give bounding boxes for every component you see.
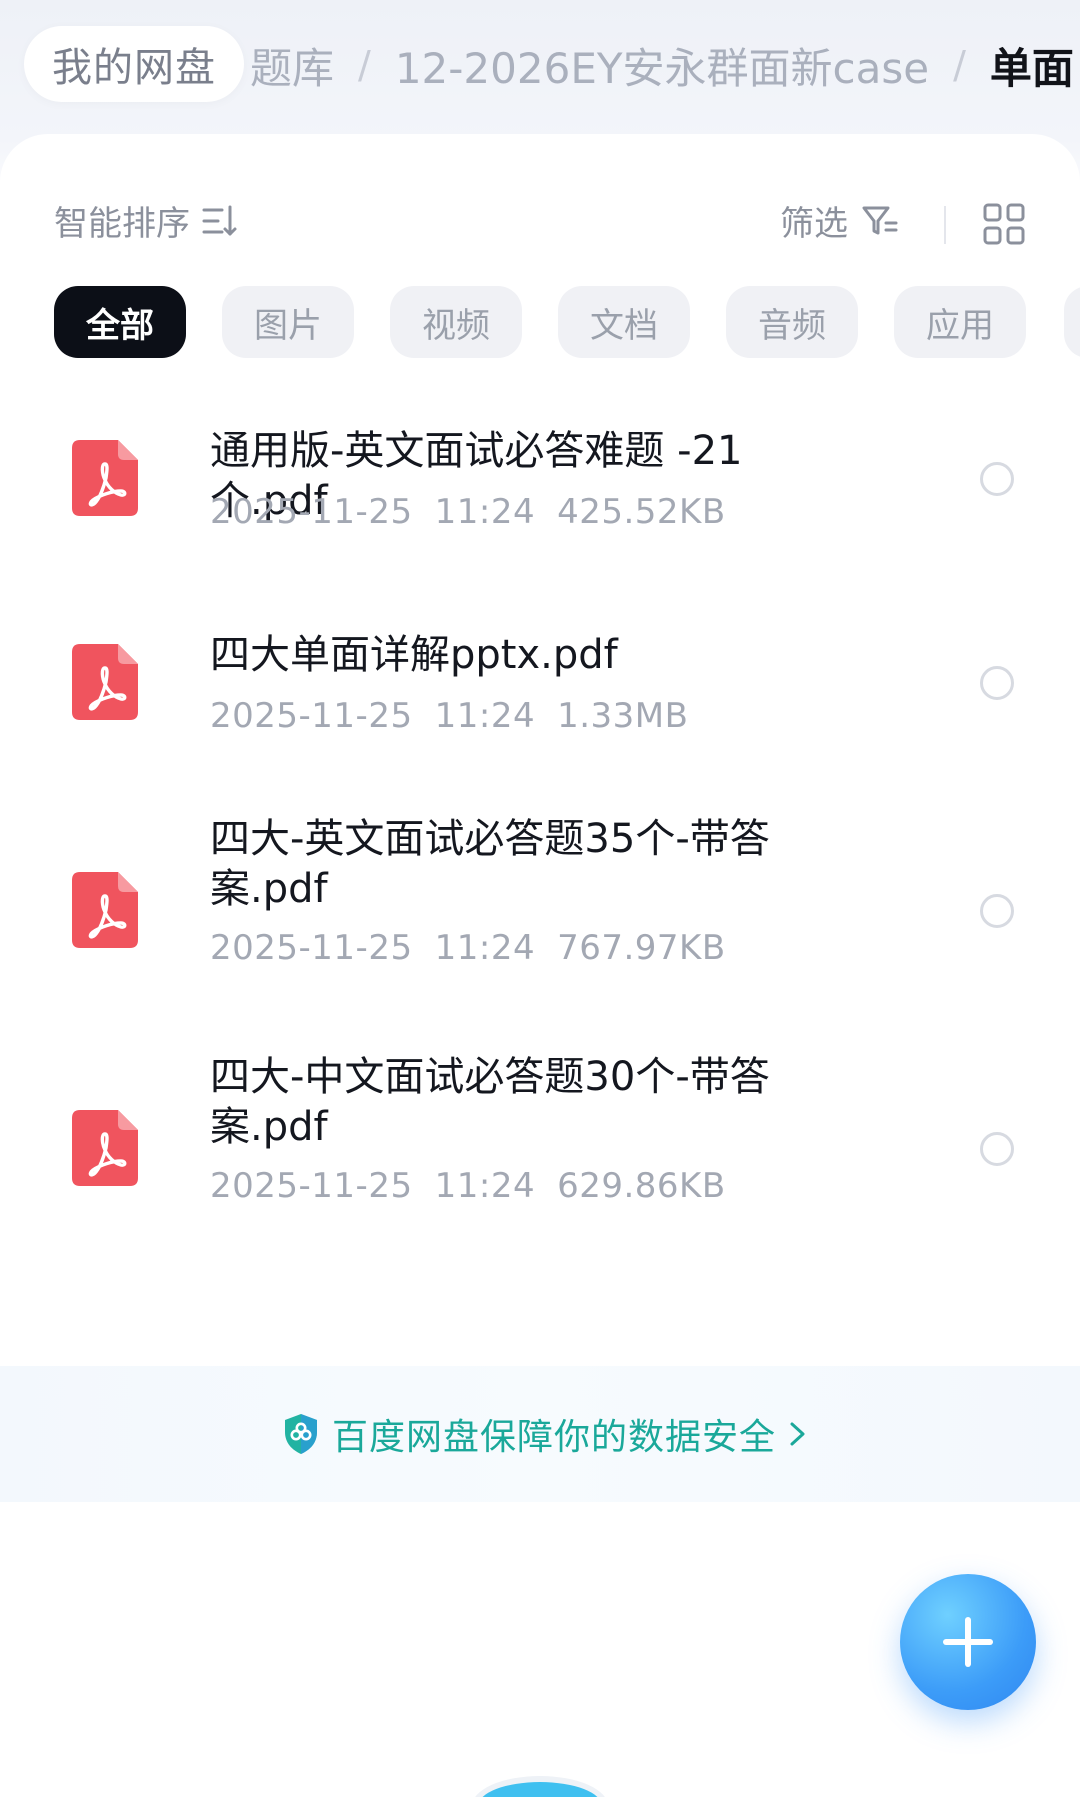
file-date: 2025-11-25 <box>210 492 413 532</box>
pdf-icon <box>72 1110 138 1186</box>
toolbar-divider <box>944 206 946 244</box>
file-browser-screen: 我的网盘 题库 / 12-2026EY安永群面新case / 单面 智能排序 筛… <box>0 0 1080 1797</box>
breadcrumb-trail: 题库 / 12-2026EY安永群面新case / 单面 <box>250 30 1074 100</box>
chip-images[interactable]: 图片 <box>222 286 354 358</box>
pdf-icon <box>72 440 138 516</box>
pdf-icon <box>72 872 138 948</box>
file-size: 425.52KB <box>557 492 726 532</box>
file-date: 2025-11-25 <box>210 1166 413 1206</box>
file-time: 11:24 <box>434 696 536 736</box>
breadcrumb-item-question-bank[interactable]: 题库 <box>250 35 334 96</box>
chevron-right-icon <box>790 1422 805 1446</box>
breadcrumb-current-folder: 单面 <box>989 43 1074 93</box>
chip-videos[interactable]: 视频 <box>390 286 522 358</box>
breadcrumb-item-ey-case[interactable]: 12-2026EY安永群面新case <box>395 35 929 96</box>
select-radio[interactable] <box>980 894 1014 928</box>
file-date: 2025-11-25 <box>210 928 413 968</box>
file-list-card: 智能排序 筛选 全部 图片 视频 文档 音频 应用 通用版-英文面试必答难题 -… <box>0 134 1080 1797</box>
filter-label: 筛选 <box>780 204 848 244</box>
list-item[interactable]: 通用版-英文面试必答难题 -21个.pdf 2025-11-25 11:24 425… <box>0 384 1080 574</box>
plus-icon <box>943 1617 993 1667</box>
file-name: 四大单面详解pptx.pdf <box>210 632 618 678</box>
shield-icon <box>285 1414 317 1454</box>
list-item[interactable]: 四大单面详解pptx.pdf 2025-11-25 11:24 1.33MB <box>0 588 1080 778</box>
file-meta: 2025-11-25 11:24 629.86KB <box>210 1166 726 1206</box>
smart-sort-label: 智能排序 <box>54 204 190 244</box>
file-name: 四大-中文面试必答题30个-带答案.pdf <box>210 1054 770 1150</box>
security-banner-text: 百度网盘保障你的数据安全 <box>332 1417 777 1458</box>
file-date: 2025-11-25 <box>210 696 413 736</box>
list-item[interactable]: 四大-中文面试必答题30个-带答案.pdf 2025-11-25 11:24 629… <box>0 1030 1080 1260</box>
add-button[interactable] <box>900 1574 1036 1710</box>
breadcrumb: 我的网盘 题库 / 12-2026EY安永群面新case / 单面 <box>0 0 1080 130</box>
sort-icon <box>202 205 237 235</box>
toolbar: 智能排序 筛选 <box>0 184 1080 264</box>
file-time: 11:24 <box>434 1166 536 1206</box>
chip-all[interactable]: 全部 <box>54 286 186 358</box>
filter-button[interactable]: 筛选 <box>780 196 900 245</box>
smart-sort-button[interactable]: 智能排序 <box>54 196 240 245</box>
file-time: 11:24 <box>434 928 536 968</box>
chip-overflow[interactable] <box>1064 286 1080 358</box>
grid-view-icon[interactable] <box>982 202 1026 246</box>
breadcrumb-root-label: 我的网盘 <box>52 45 216 91</box>
chip-documents[interactable]: 文档 <box>558 286 690 358</box>
file-meta: 2025-11-25 11:24 425.52KB <box>210 492 726 532</box>
file-meta: 2025-11-25 11:24 1.33MB <box>210 696 688 736</box>
breadcrumb-separator: / <box>358 43 371 87</box>
file-size: 1.33MB <box>557 696 689 736</box>
filter-icon <box>862 206 898 234</box>
file-name: 四大-英文面试必答题35个-带答案.pdf <box>210 816 770 912</box>
file-size: 629.86KB <box>557 1166 726 1206</box>
breadcrumb-root-my-disk[interactable]: 我的网盘 <box>24 26 244 102</box>
file-size: 767.97KB <box>557 928 726 968</box>
security-banner[interactable]: 百度网盘保障你的数据安全 <box>0 1366 1080 1502</box>
pdf-icon <box>72 644 138 720</box>
category-chips: 全部 图片 视频 文档 音频 应用 <box>54 286 1026 358</box>
security-banner-content: 百度网盘保障你的数据安全 <box>282 1408 810 1460</box>
chip-audio[interactable]: 音频 <box>726 286 858 358</box>
select-radio[interactable] <box>980 666 1014 700</box>
breadcrumb-separator: / <box>953 43 966 87</box>
file-time: 11:24 <box>434 492 536 532</box>
select-radio[interactable] <box>980 462 1014 496</box>
select-radio[interactable] <box>980 1132 1014 1166</box>
file-meta: 2025-11-25 11:24 767.97KB <box>210 928 726 968</box>
chip-apps[interactable]: 应用 <box>894 286 1026 358</box>
list-item[interactable]: 四大-英文面试必答题35个-带答案.pdf 2025-11-25 11:24 767… <box>0 792 1080 1022</box>
